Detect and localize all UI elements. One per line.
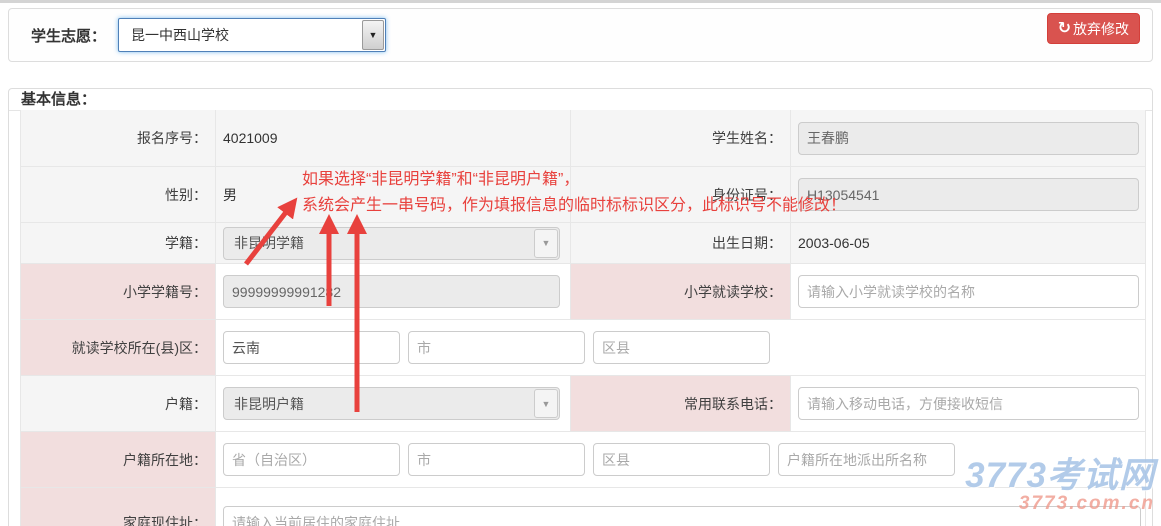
school-city-input[interactable] <box>408 331 585 364</box>
chevron-down-icon[interactable]: ▼ <box>534 389 558 418</box>
reg-no-label: 报名序号： <box>21 110 216 167</box>
school-province-input[interactable] <box>223 331 400 364</box>
discard-changes-button[interactable]: ↻放弃修改 <box>1047 13 1140 44</box>
hukou-select-value: 非昆明户籍 <box>234 394 304 414</box>
birth-date-value: 2003-06-05 <box>798 235 870 251</box>
student-name-label: 学生姓名： <box>571 110 791 167</box>
hukou-city-input[interactable] <box>408 443 585 476</box>
chevron-down-icon[interactable]: ▼ <box>534 229 558 258</box>
student-status-label: 学籍： <box>21 223 216 264</box>
student-choice-select[interactable]: 昆一中西山学校 ▼ <box>118 18 386 52</box>
hukou-province-input[interactable] <box>223 443 400 476</box>
home-address-label: 家庭现住址： <box>21 488 216 526</box>
chevron-down-icon[interactable]: ▼ <box>362 20 384 50</box>
hukou-location-label: 户籍所在地： <box>21 432 216 488</box>
school-location-cell <box>216 320 1146 376</box>
school-district-input[interactable] <box>593 331 770 364</box>
phone-input[interactable] <box>798 387 1139 420</box>
primary-school-cell <box>791 264 1146 320</box>
hukou-select[interactable]: 非昆明户籍 ▼ <box>223 387 560 420</box>
student-choice-select-value: 昆一中西山学校 <box>131 25 229 45</box>
hukou-label: 户籍： <box>21 376 216 432</box>
student-name-input[interactable] <box>798 122 1139 155</box>
hukou-police-station-input[interactable] <box>778 443 955 476</box>
school-location-label: 就读学校所在(县)区： <box>21 320 216 376</box>
birth-date-cell: 2003-06-05 <box>791 223 1146 264</box>
primary-school-label: 小学就读学校： <box>571 264 791 320</box>
hukou-location-cell <box>216 432 1146 488</box>
section-title: 基本信息： <box>9 90 1152 111</box>
student-name-cell <box>791 110 1146 167</box>
refresh-icon: ↻ <box>1058 21 1071 37</box>
annotation-line-2: 系统会产生一串号码，作为填报信息的临时标标识区分，此标识号不能修改！ <box>302 193 846 219</box>
gender-value: 男 <box>223 185 237 205</box>
reg-no-value: 4021009 <box>223 130 278 146</box>
primary-school-input[interactable] <box>798 275 1139 308</box>
reg-no-cell: 4021009 <box>216 110 571 167</box>
top-border <box>0 0 1161 3</box>
home-address-cell <box>216 488 1146 526</box>
page-root: 学生志愿： 昆一中西山学校 ▼ ↻放弃修改 基本信息： 报名序号： 402100… <box>0 0 1161 526</box>
phone-label: 常用联系电话： <box>571 376 791 432</box>
phone-cell <box>791 376 1146 432</box>
hukou-district-input[interactable] <box>593 443 770 476</box>
hukou-cell: 非昆明户籍 ▼ <box>216 376 571 432</box>
primary-school-no-input[interactable] <box>223 275 560 308</box>
gender-label: 性别： <box>21 167 216 223</box>
annotation-note: 如果选择“非昆明学籍”和“非昆明户籍”， 系统会产生一串号码，作为填报信息的临时… <box>302 167 846 219</box>
student-status-cell: 非昆明学籍 ▼ <box>216 223 571 264</box>
student-choice-panel: 学生志愿： 昆一中西山学校 ▼ ↻放弃修改 <box>8 8 1153 62</box>
discard-changes-label: 放弃修改 <box>1073 19 1129 39</box>
home-address-input[interactable] <box>223 506 1141 526</box>
student-status-select-value: 非昆明学籍 <box>234 233 304 253</box>
birth-date-label: 出生日期： <box>571 223 791 264</box>
primary-school-no-cell <box>216 264 571 320</box>
student-status-select[interactable]: 非昆明学籍 ▼ <box>223 227 560 260</box>
annotation-line-1: 如果选择“非昆明学籍”和“非昆明户籍”， <box>302 167 846 193</box>
student-choice-label: 学生志愿： <box>31 25 106 46</box>
id-number-input[interactable] <box>798 178 1139 211</box>
primary-school-no-label: 小学学籍号： <box>21 264 216 320</box>
